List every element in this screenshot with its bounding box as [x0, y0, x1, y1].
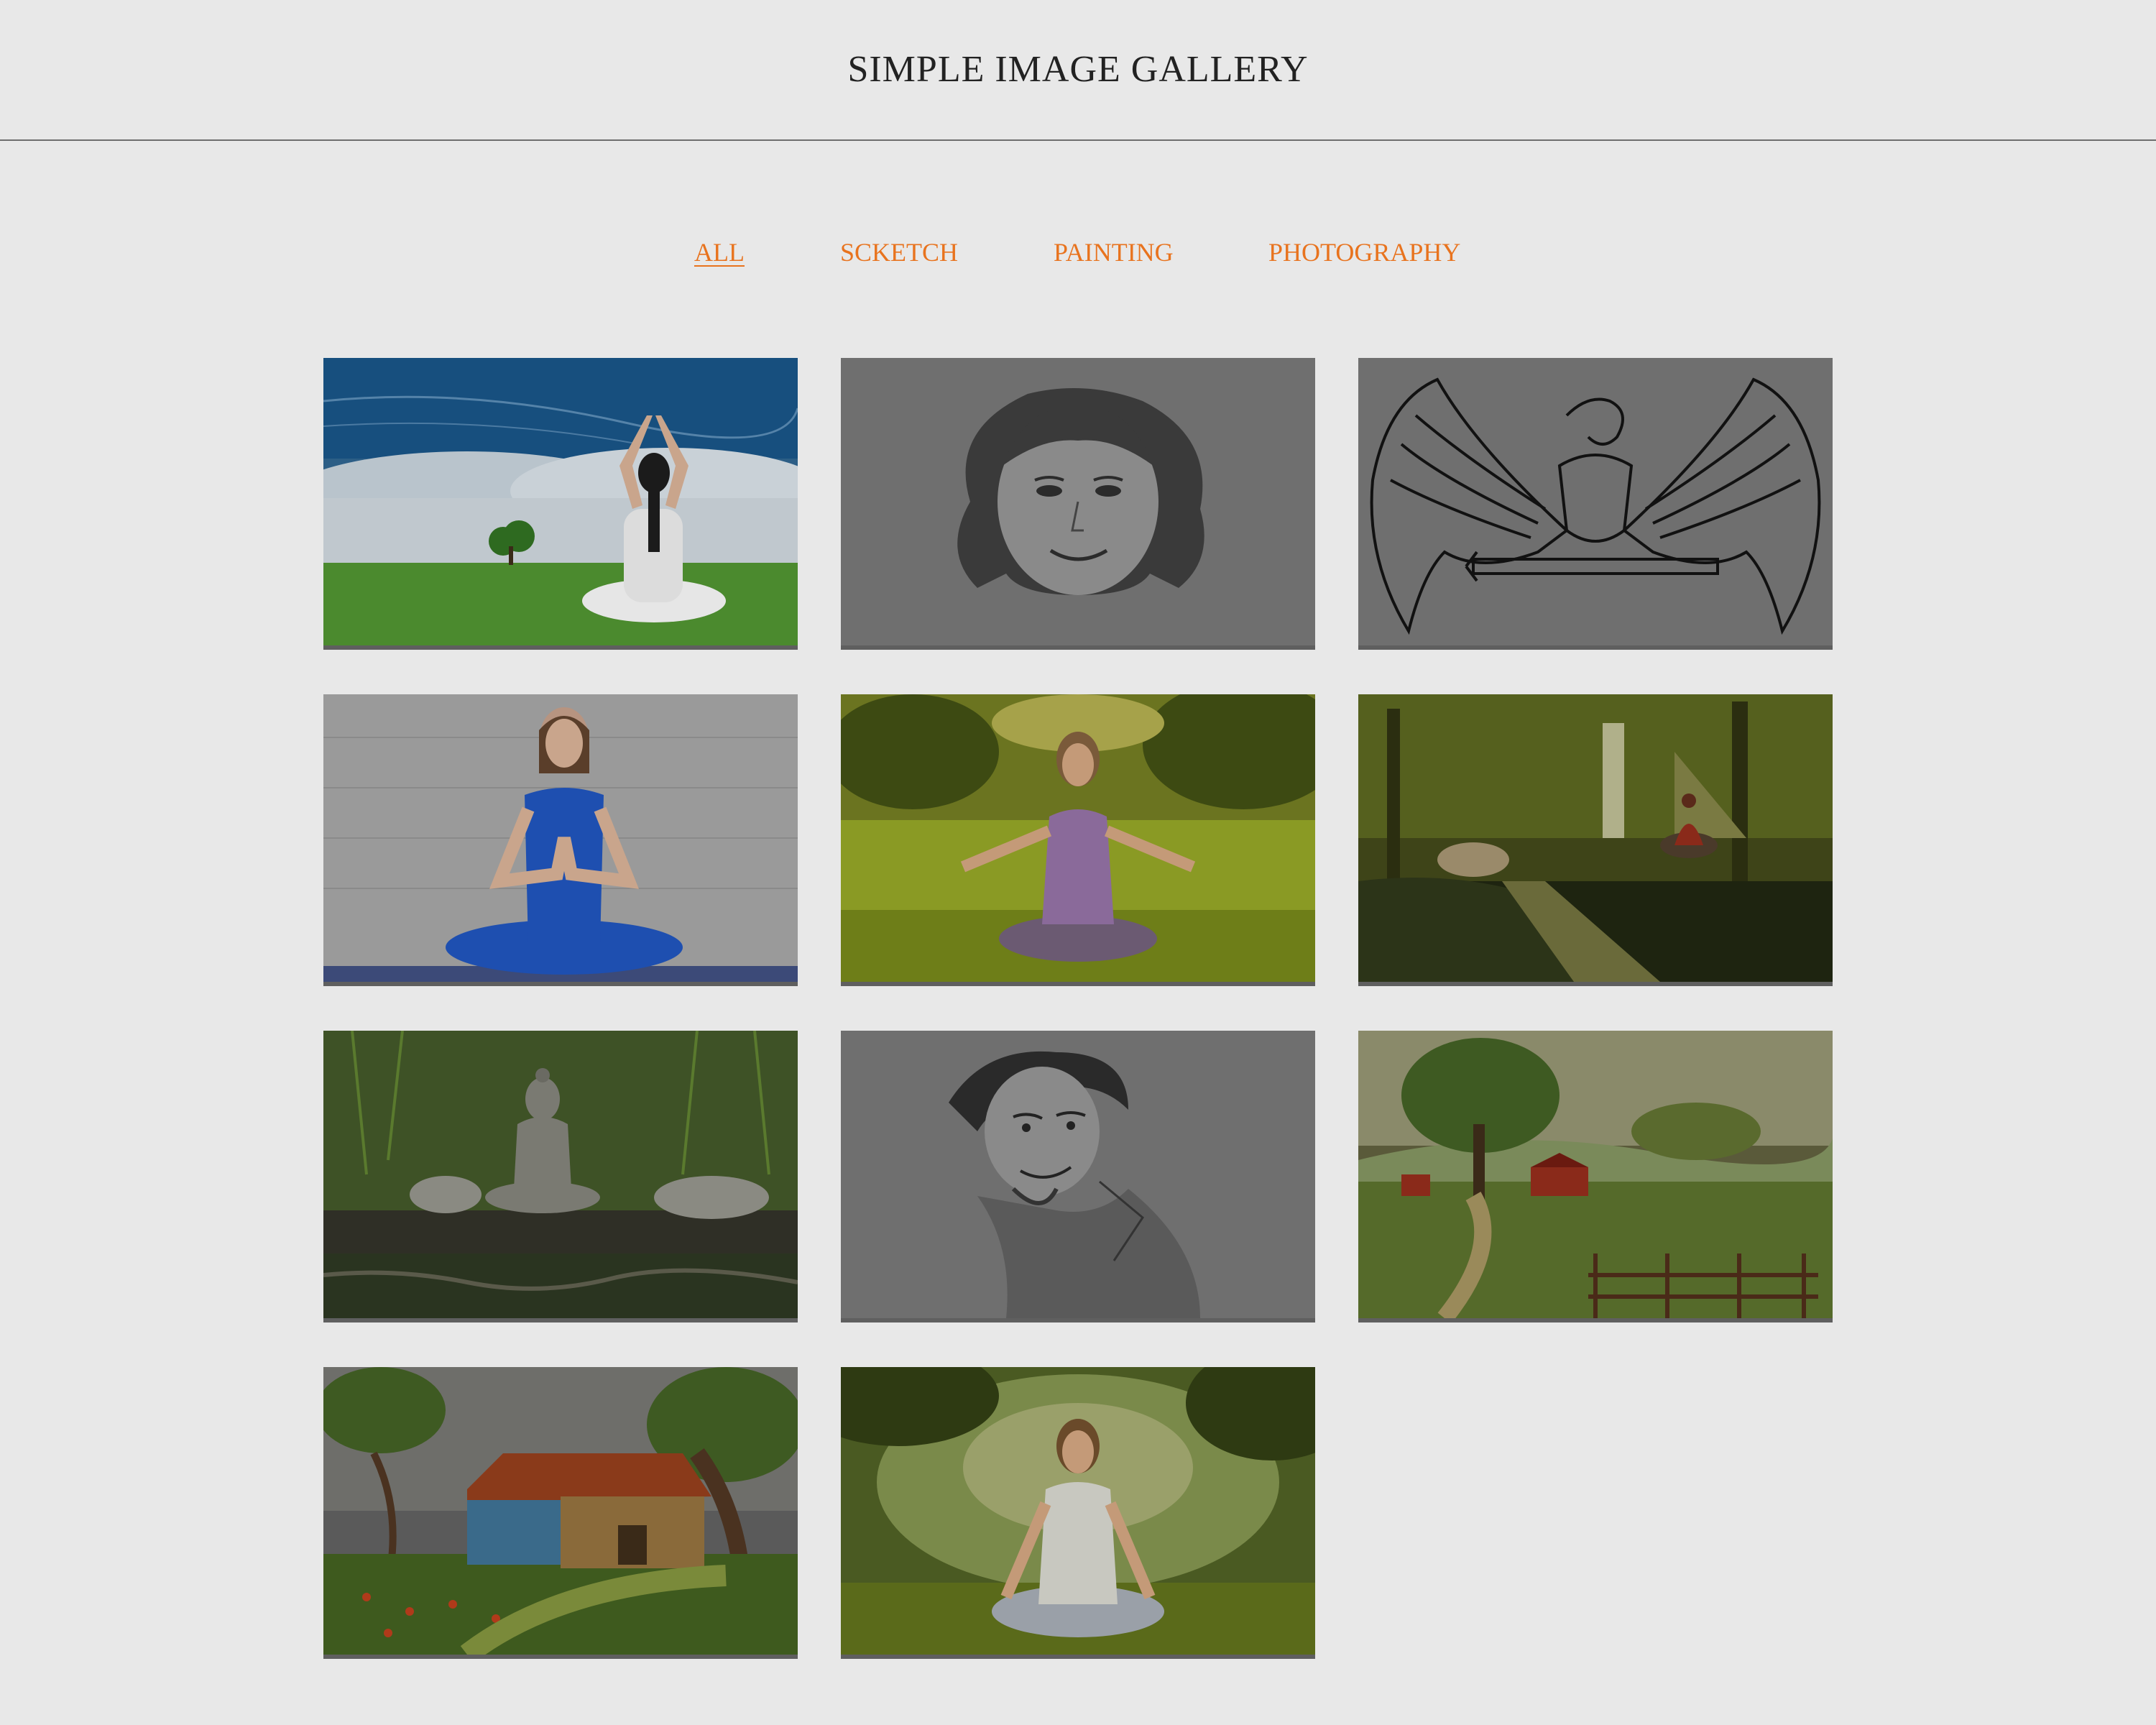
- filter-photography[interactable]: PHOTOGRAPHY: [1268, 237, 1460, 267]
- card-shadow: [841, 982, 1315, 986]
- gallery-item-buddha-stones[interactable]: [323, 1031, 798, 1322]
- card-shadow: [1358, 645, 1833, 650]
- meditation-sunlight-image: [841, 1367, 1315, 1655]
- page-title: SIMPLE IMAGE GALLERY: [847, 48, 1309, 90]
- eagle-sketch-image: [1358, 358, 1833, 645]
- gallery-item-meditation-field[interactable]: [841, 694, 1315, 986]
- filter-nav: ALL SCKETCH PAINTING PHOTOGRAPHY: [0, 237, 2156, 280]
- card-shadow: [1358, 1318, 1833, 1322]
- yoga-sky-image: [323, 358, 798, 645]
- woman-sketch-image: [841, 358, 1315, 645]
- yoga-blue-image: [323, 694, 798, 982]
- meditation-field-image: [841, 694, 1315, 982]
- card-shadow: [1358, 982, 1833, 986]
- filter-painting[interactable]: PAINTING: [1054, 237, 1174, 267]
- gallery-item-yoga-sky[interactable]: [323, 358, 798, 650]
- filter-all[interactable]: ALL: [694, 237, 745, 267]
- farm-landscape-image: [1358, 1031, 1833, 1318]
- gallery-item-monk-forest[interactable]: [1358, 694, 1833, 986]
- gallery-item-farm-landscape[interactable]: [1358, 1031, 1833, 1322]
- gallery-item-barn[interactable]: [323, 1367, 798, 1659]
- boy-sketch-image: [841, 1031, 1315, 1318]
- card-shadow: [323, 645, 798, 650]
- card-shadow: [841, 1655, 1315, 1659]
- site-header: SIMPLE IMAGE GALLERY: [0, 0, 2156, 141]
- gallery-item-eagle-sketch[interactable]: [1358, 358, 1833, 650]
- buddha-stones-image: [323, 1031, 798, 1318]
- card-shadow: [323, 1655, 798, 1659]
- barn-image: [323, 1367, 798, 1655]
- gallery-item-meditation-sunlight[interactable]: [841, 1367, 1315, 1659]
- card-shadow: [323, 982, 798, 986]
- gallery-item-boy-sketch[interactable]: [841, 1031, 1315, 1322]
- card-shadow: [841, 645, 1315, 650]
- gallery-item-yoga-blue[interactable]: [323, 694, 798, 986]
- gallery-item-woman-sketch[interactable]: [841, 358, 1315, 650]
- monk-forest-image: [1358, 694, 1833, 982]
- card-shadow: [841, 1318, 1315, 1322]
- filter-sketch[interactable]: SCKETCH: [840, 237, 958, 267]
- card-shadow: [323, 1318, 798, 1322]
